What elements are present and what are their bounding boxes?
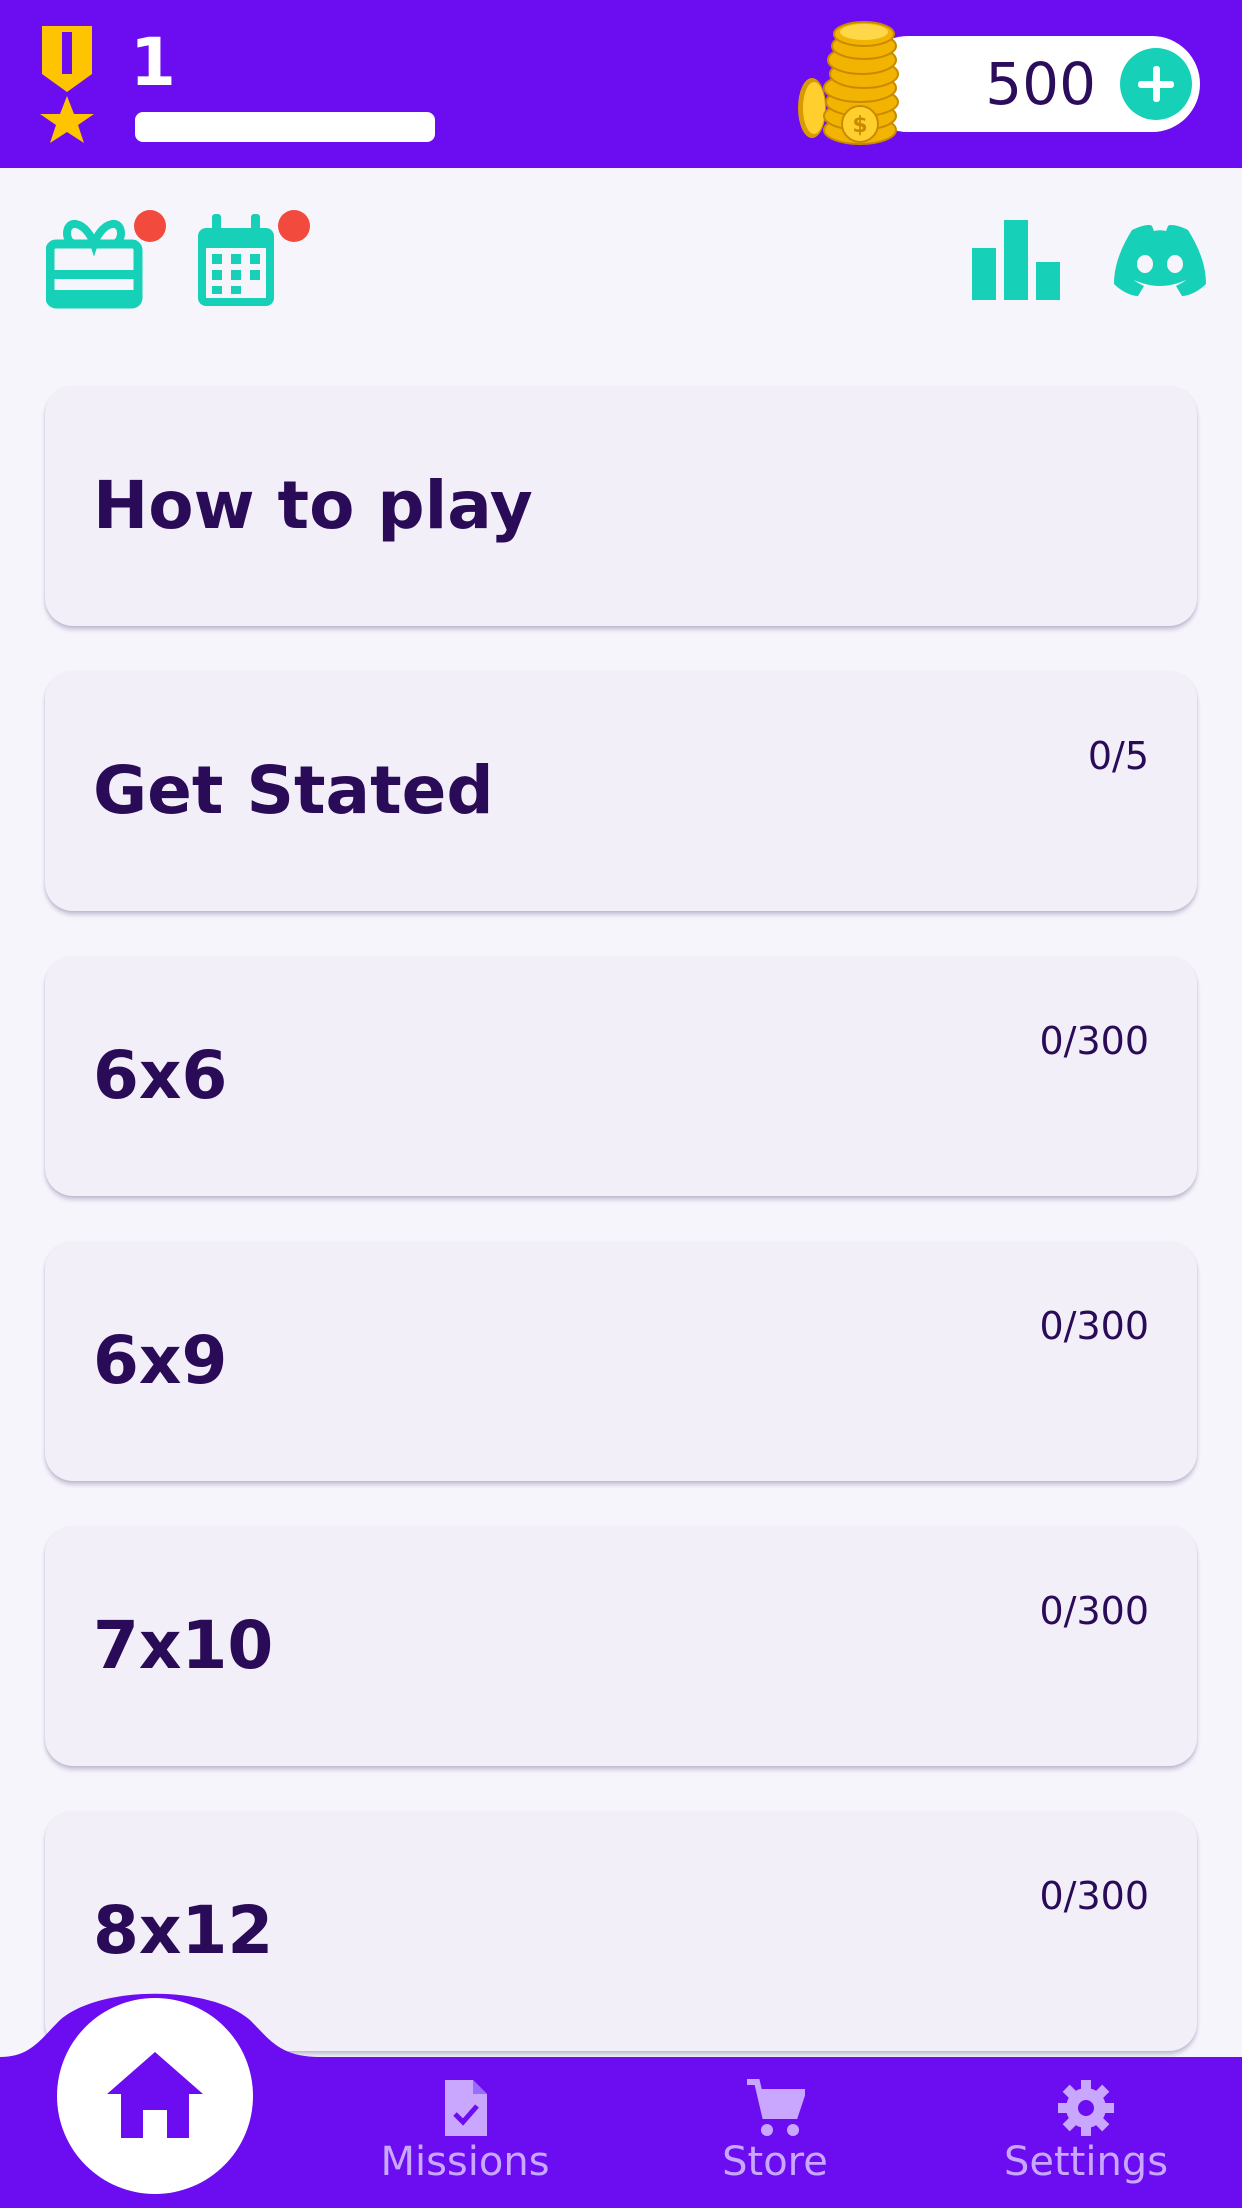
menu-card-title: 7x10 <box>93 1607 274 1684</box>
top-bar: 1 500 $ <box>0 0 1242 168</box>
menu-card-title: 8x12 <box>93 1892 274 1969</box>
missions-icon <box>445 2080 487 2136</box>
coin-stack-icon: $ <box>798 21 899 145</box>
calendar-notification-dot <box>278 210 310 242</box>
calendar-button[interactable] <box>194 210 314 310</box>
menu-card-title: Get Stated <box>93 752 494 829</box>
menu-card-progress: 0/300 <box>1039 1019 1149 1063</box>
menu-card-how-to-play[interactable]: How to play <box>45 386 1197 626</box>
svg-text:$: $ <box>852 113 867 138</box>
discord-icon <box>1114 225 1206 296</box>
menu-card-6x6[interactable]: 6x6 0/300 <box>45 956 1197 1196</box>
menu-card-title: 6x6 <box>93 1037 228 1114</box>
menu-card-title: How to play <box>93 467 533 544</box>
leaderboard-button[interactable] <box>970 218 1060 300</box>
gear-icon <box>1058 2080 1114 2136</box>
nav-label: Missions <box>380 2139 550 2185</box>
home-icon <box>107 2052 203 2138</box>
discord-button[interactable] <box>1112 222 1208 298</box>
menu-card-progress: 0/300 <box>1039 1589 1149 1633</box>
gift-icon <box>46 220 143 309</box>
nav-label: Settings <box>1003 2139 1169 2185</box>
menu-card-7x10[interactable]: 7x10 0/300 <box>45 1526 1197 1766</box>
coin-balance[interactable]: 500 <box>860 36 1200 132</box>
gift-notification-dot <box>134 210 166 242</box>
menu-card-title: 6x9 <box>93 1322 228 1399</box>
calendar-icon <box>198 214 274 306</box>
nav-store[interactable]: Store <box>645 2070 905 2200</box>
menu-card-get-started[interactable]: Get Stated 0/5 <box>45 671 1197 911</box>
nav-label: Store <box>722 2139 828 2185</box>
nav-missions[interactable]: Missions <box>335 2070 595 2200</box>
add-coins-icon[interactable] <box>1120 48 1192 120</box>
nav-home-button[interactable] <box>57 1998 253 2194</box>
menu-card-progress: 0/300 <box>1039 1874 1149 1918</box>
menu-card-progress: 0/300 <box>1039 1304 1149 1348</box>
gift-button[interactable] <box>46 210 166 310</box>
medal-icon <box>40 26 94 143</box>
cart-icon <box>747 2079 805 2136</box>
menu-card-6x9[interactable]: 6x9 0/300 <box>45 1241 1197 1481</box>
leaderboard-icon <box>972 220 1060 300</box>
menu-card-progress: 0/5 <box>1087 734 1149 778</box>
player-level: 1 <box>130 24 176 101</box>
coin-balance-value: 500 <box>985 50 1096 118</box>
xp-progress-bar <box>135 112 435 142</box>
nav-settings[interactable]: Settings <box>956 2070 1216 2200</box>
